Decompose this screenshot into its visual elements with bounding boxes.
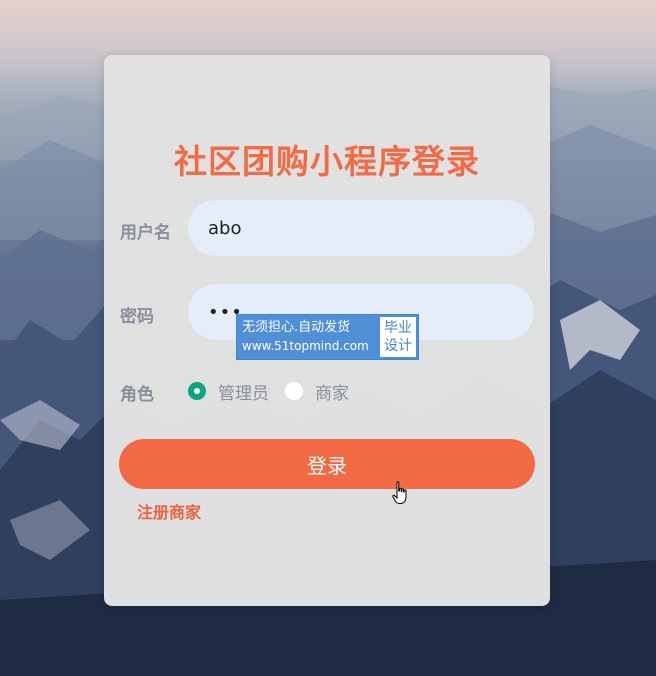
hand-pointer-icon (392, 481, 407, 504)
watermark-badge-line1: 毕业 (384, 320, 412, 336)
watermark-badge: 毕业 设计 (380, 317, 416, 357)
role-merchant-label: 商家 (315, 383, 349, 404)
page-title: 社区团购小程序登录 (174, 142, 480, 181)
role-label: 角色 (120, 385, 154, 405)
watermark-badge-line2: 设计 (384, 338, 412, 354)
radio-checked-icon (188, 382, 206, 400)
role-radio-merchant[interactable]: 商家 (285, 379, 349, 404)
username-input[interactable]: abo (188, 200, 534, 256)
radio-unchecked-icon (285, 382, 303, 400)
register-merchant-link[interactable]: 注册商家 (137, 499, 201, 523)
password-label: 密码 (120, 307, 154, 327)
watermark-line2: www.51topmind.com (242, 339, 369, 353)
role-radio-admin[interactable]: 管理员 (188, 379, 269, 404)
login-button[interactable]: 登录 (119, 439, 535, 489)
watermark-banner: 无须担心.自动发货 www.51topmind.com 毕业 设计 (236, 314, 419, 360)
role-radio-group: 管理员 商家 (188, 376, 365, 406)
role-admin-label: 管理员 (218, 383, 269, 404)
watermark-text: 无须担心.自动发货 www.51topmind.com (237, 315, 378, 359)
login-page: 社区团购小程序登录 用户名 abo 密码 ••• 角色 管理员 商家 登录 注册… (0, 0, 656, 676)
watermark-line1: 无须担心.自动发货 (242, 320, 351, 335)
username-label: 用户名 (120, 223, 171, 243)
